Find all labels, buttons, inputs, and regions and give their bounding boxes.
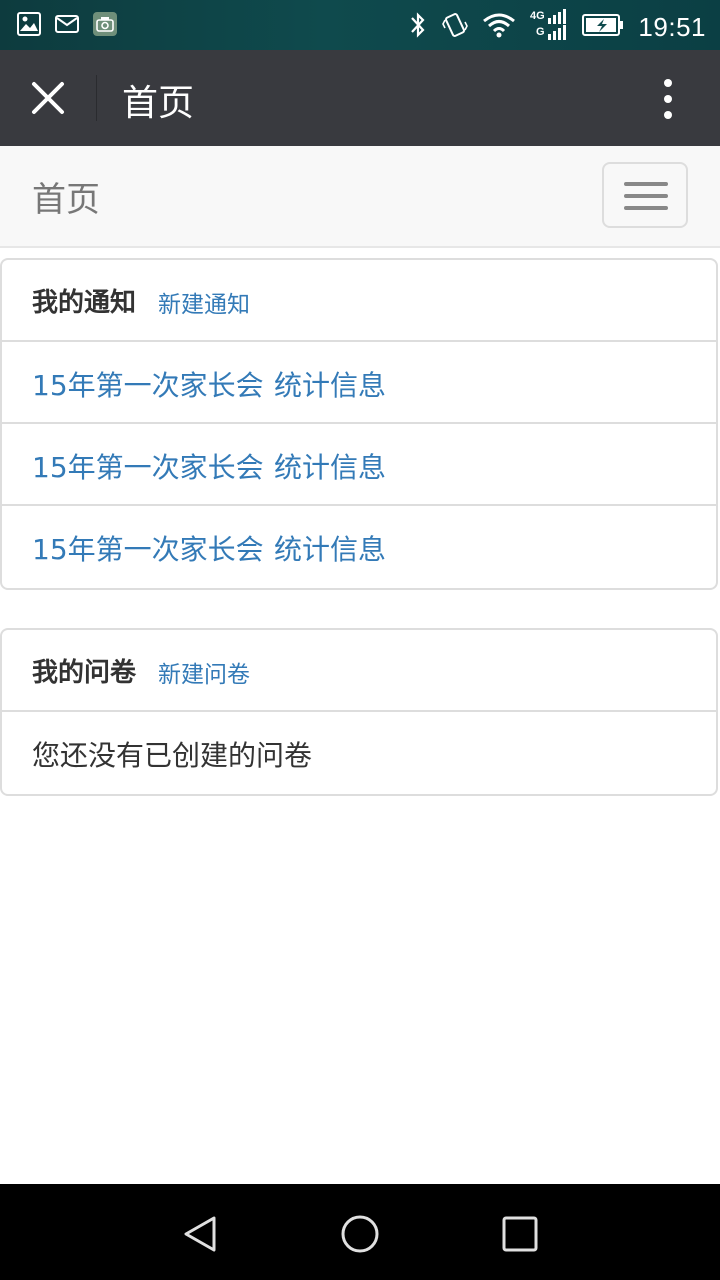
mail-icon: [54, 13, 80, 39]
notice-stats-link[interactable]: 统计信息: [274, 528, 386, 568]
app-toolbar: 首页: [0, 50, 720, 146]
camera-app-icon: [92, 11, 118, 41]
new-survey-link[interactable]: 新建问卷: [158, 655, 250, 689]
notices-title: 我的通知: [32, 288, 137, 318]
more-vertical-icon[interactable]: [660, 78, 676, 120]
surveys-heading: 我的问卷 新建问卷: [2, 630, 716, 712]
survey-empty-row: 您还没有已创建的问卷: [2, 712, 716, 794]
new-notice-link[interactable]: 新建通知: [158, 285, 250, 319]
system-nav-bar: [0, 1184, 720, 1280]
home-icon[interactable]: [332, 1206, 388, 1262]
navbar-brand[interactable]: 首页: [32, 172, 100, 221]
battery-icon: [582, 12, 624, 42]
notice-link[interactable]: 15年第一次家长会: [32, 364, 264, 404]
notice-row: 15年第一次家长会 统计信息: [2, 342, 716, 424]
notice-row: 15年第一次家长会 统计信息: [2, 506, 716, 588]
toolbar-divider: [96, 75, 97, 121]
survey-empty-text: 您还没有已创建的问卷: [32, 739, 313, 772]
svg-text:G: G: [536, 26, 545, 38]
wifi-icon: [482, 11, 516, 43]
surveys-title: 我的问卷: [32, 658, 137, 688]
surveys-panel: 我的问卷 新建问卷 您还没有已创建的问卷: [0, 628, 718, 796]
status-bar: 4G G 19:51: [0, 0, 720, 50]
image-icon: [16, 11, 42, 41]
notices-heading: 我的通知 新建通知: [2, 260, 716, 342]
vibrate-icon: [442, 10, 469, 44]
navbar: 首页: [0, 146, 720, 248]
bluetooth-icon: [408, 10, 428, 44]
recents-icon[interactable]: [492, 1206, 548, 1262]
clock: 19:51: [638, 11, 706, 42]
page-title: 首页: [122, 83, 195, 124]
signal-icon: 4G G: [530, 8, 568, 46]
navbar-toggle-button[interactable]: [602, 162, 688, 228]
notice-stats-link[interactable]: 统计信息: [274, 364, 386, 404]
notices-panel: 我的通知 新建通知 15年第一次家长会 统计信息 15年第一次家长会 统计信息 …: [0, 258, 718, 590]
notice-link[interactable]: 15年第一次家长会: [32, 528, 264, 568]
notice-stats-link[interactable]: 统计信息: [274, 446, 386, 486]
notice-link[interactable]: 15年第一次家长会: [32, 446, 264, 486]
notice-row: 15年第一次家长会 统计信息: [2, 424, 716, 506]
back-icon[interactable]: [172, 1206, 228, 1262]
network-label: 4G: [530, 10, 545, 22]
close-icon[interactable]: [28, 78, 68, 118]
